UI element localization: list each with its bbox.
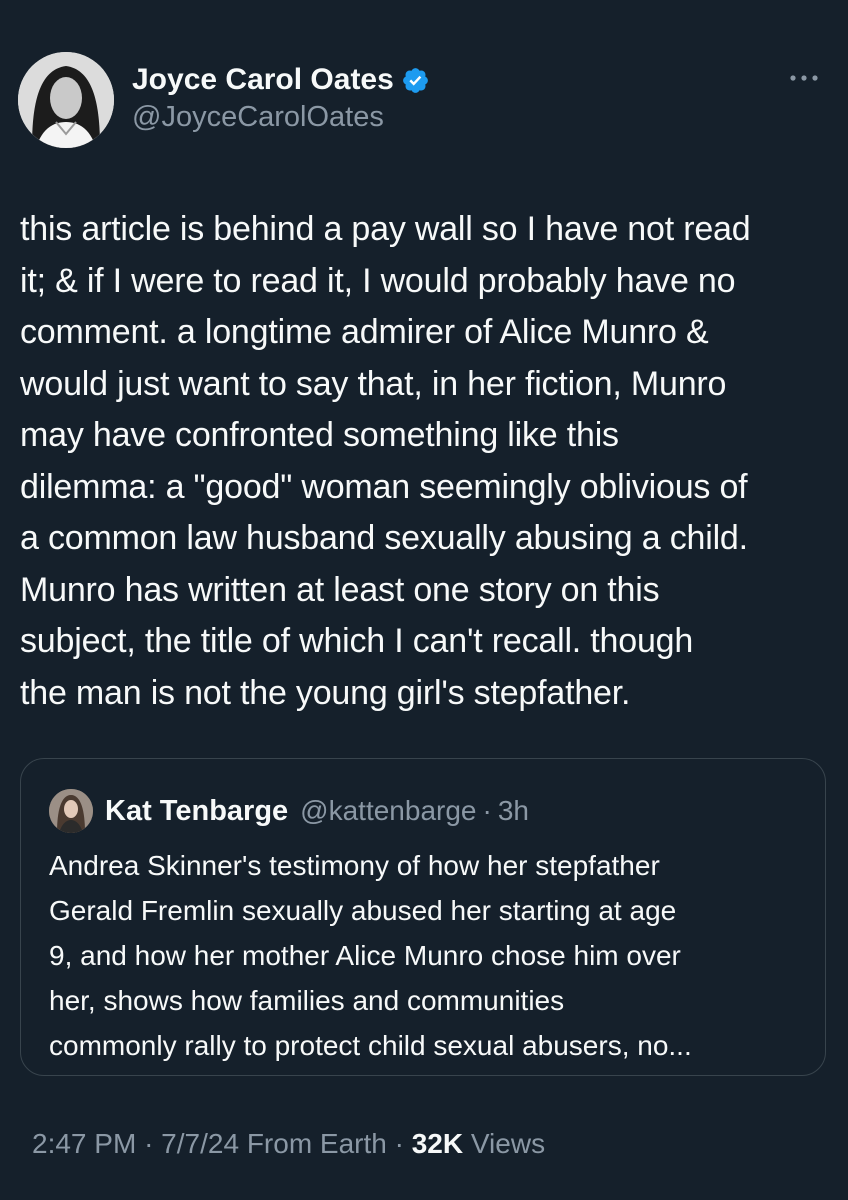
- tweet-text-line: the man is not the young girl's stepfath…: [20, 673, 631, 712]
- quoted-timestamp: 3h: [497, 795, 529, 826]
- quoted-author-avatar: [49, 789, 93, 833]
- tweet-text-line: may have confronted something like this: [20, 416, 619, 454]
- quoted-author-name: Kat Tenbarge: [105, 794, 289, 827]
- meta-separator: ·: [394, 1128, 404, 1159]
- quoted-text-line: commonly rally to protect child sexual a…: [49, 1030, 692, 1061]
- quoted-author-handle: @kattenbarge: [300, 795, 477, 826]
- tweet-text-line: comment. a longtime admirer of Alice Mun…: [20, 313, 709, 351]
- tweet-text-line: subject, the title of which I can't reca…: [20, 622, 694, 660]
- tweet-meta: 2:47 PM · 7/7/24 From Earth · 32K Views: [32, 1128, 545, 1160]
- tweet-text-line: a common law husband sexually abusing a …: [20, 519, 748, 557]
- tweet-text-line: it; & if I were to read it, I would prob…: [20, 261, 736, 300]
- views-label[interactable]: Views: [471, 1128, 545, 1159]
- author-name[interactable]: Joyce Carol Oates: [132, 63, 394, 97]
- quoted-text-line: Andrea Skinner's testimony of how her st…: [49, 850, 660, 881]
- tweet-date[interactable]: 7/7/24: [161, 1128, 239, 1159]
- author-avatar-image: [18, 52, 114, 148]
- tweet-source: From Earth: [246, 1128, 387, 1159]
- views-count[interactable]: 32K: [412, 1128, 463, 1159]
- tweet-text-line: would just want to say that, in her fict…: [20, 364, 727, 403]
- meta-separator: ·: [144, 1128, 154, 1159]
- tweet-text-line: Munro has written at least one story on …: [20, 570, 660, 609]
- verified-badge-icon: [402, 67, 428, 93]
- tweet-text-line: this article is behind a pay wall so I h…: [20, 210, 751, 248]
- author-avatar[interactable]: [18, 52, 114, 148]
- quoted-text-line: 9, and how her mother Alice Munro chose …: [49, 940, 681, 971]
- author-handle[interactable]: @JoyceCarolOates: [132, 101, 384, 134]
- tweet-text-line: dilemma: a "good" woman seemingly oblivi…: [20, 467, 748, 506]
- author-name-row: Joyce Carol Oates: [132, 60, 430, 100]
- quoted-separator: ·: [482, 795, 492, 826]
- quoted-tweet-card[interactable]: Kat Tenbarge @kattenbarge · 3h Andrea Sk…: [20, 758, 826, 1076]
- quoted-text-line: her, shows how families and communities: [49, 985, 565, 1016]
- tweet-time[interactable]: 2:47 PM: [32, 1128, 136, 1159]
- quoted-text-line: Gerald Fremlin sexually abused her start…: [49, 895, 677, 926]
- tweet-text: this article is behind a pay wall so I h…: [20, 204, 835, 719]
- quoted-tweet-header: Kat Tenbarge @kattenbarge · 3h: [49, 789, 529, 833]
- more-options-icon[interactable]: [786, 68, 822, 88]
- quoted-tweet-text: Andrea Skinner's testimony of how her st…: [49, 843, 809, 1068]
- quoted-author-avatar-image: [49, 789, 93, 833]
